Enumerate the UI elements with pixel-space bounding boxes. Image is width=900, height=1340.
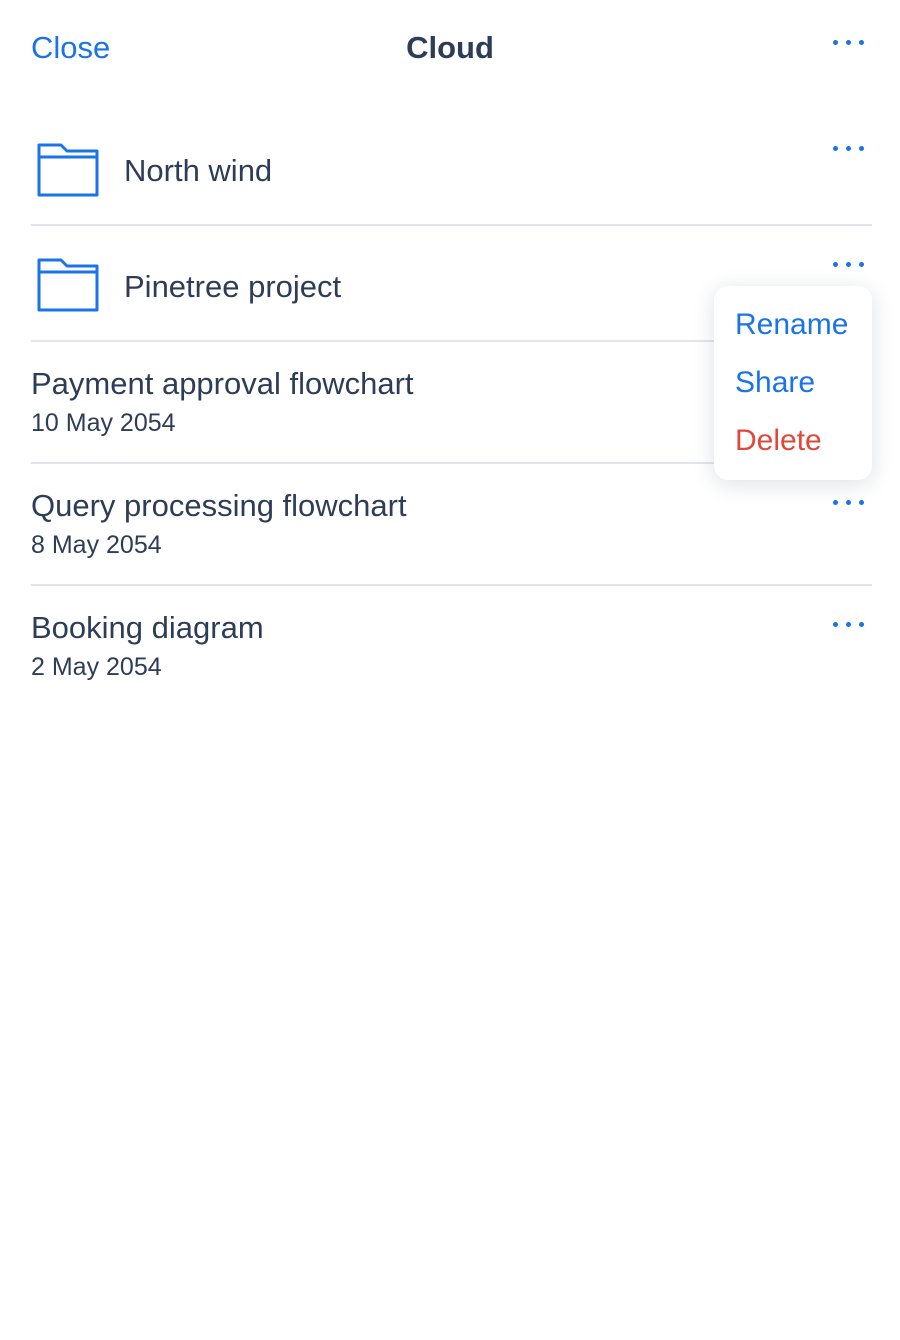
folder-name: Pinetree project bbox=[124, 269, 342, 304]
header-bar: Close Cloud bbox=[0, 0, 900, 100]
more-dots-icon[interactable] bbox=[830, 139, 870, 159]
file-row-query-processing[interactable]: Query processing flowchart 8 May 2054 bbox=[0, 464, 900, 584]
page-title: Cloud bbox=[406, 30, 494, 65]
context-menu: Rename Share Delete bbox=[714, 286, 872, 480]
folder-name: North wind bbox=[124, 153, 273, 188]
file-row-booking-diagram[interactable]: Booking diagram 2 May 2054 bbox=[0, 586, 900, 706]
menu-item-share[interactable]: Share bbox=[735, 366, 815, 400]
header-more-icon[interactable] bbox=[830, 33, 870, 53]
folder-icon bbox=[37, 143, 99, 197]
more-dots-icon[interactable] bbox=[830, 493, 870, 513]
folder-row-north-wind[interactable]: North wind bbox=[0, 110, 900, 225]
file-name: Booking diagram bbox=[31, 610, 264, 645]
more-dots-icon[interactable] bbox=[830, 615, 870, 635]
file-date: 2 May 2054 bbox=[31, 653, 162, 681]
file-name: Query processing flowchart bbox=[31, 488, 407, 523]
menu-item-rename[interactable]: Rename bbox=[735, 308, 848, 342]
more-dots-icon[interactable] bbox=[830, 255, 870, 275]
folder-icon bbox=[37, 258, 99, 312]
file-name: Payment approval flowchart bbox=[31, 366, 414, 401]
menu-item-delete[interactable]: Delete bbox=[735, 424, 822, 458]
file-date: 8 May 2054 bbox=[31, 531, 162, 559]
file-date: 10 May 2054 bbox=[31, 409, 176, 437]
